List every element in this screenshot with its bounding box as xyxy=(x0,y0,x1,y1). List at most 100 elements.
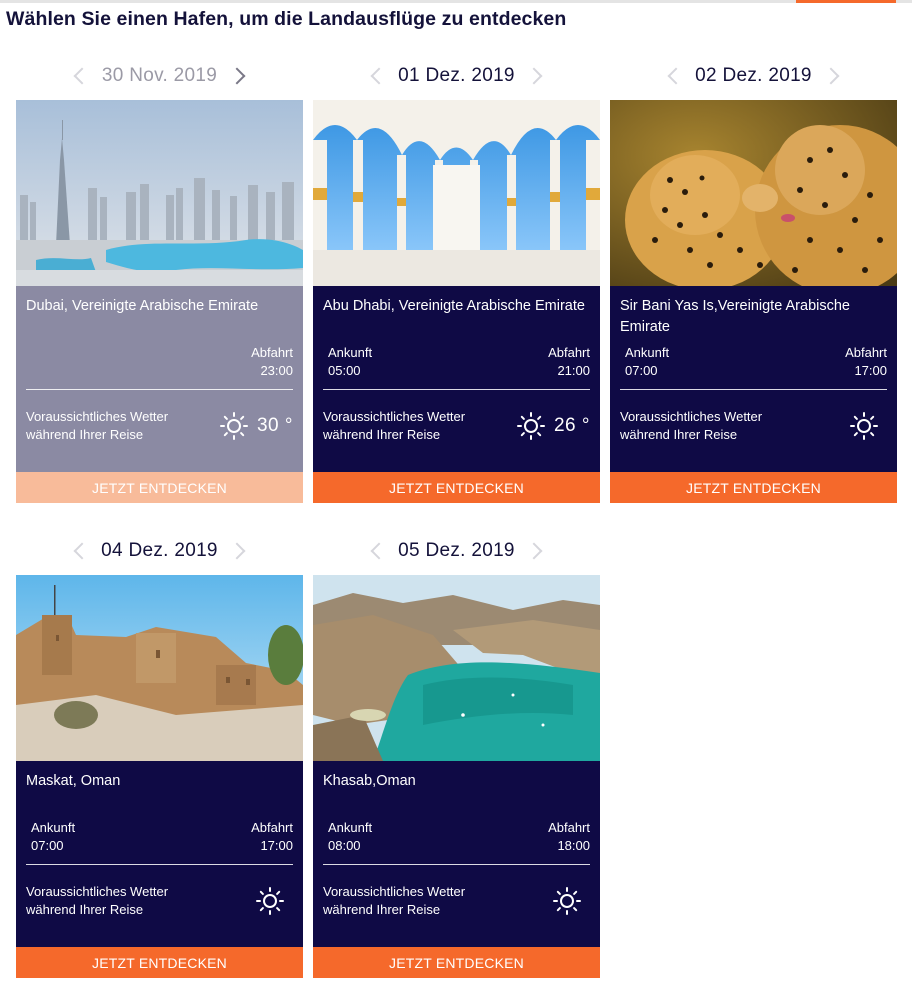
departure-label: Abfahrt xyxy=(251,820,293,835)
departure-block: Abfahrt 23:00 xyxy=(251,344,293,380)
arrival-time: 08:00 xyxy=(328,838,361,853)
sun-icon xyxy=(850,412,878,440)
arrival-time: 05:00 xyxy=(328,363,361,378)
port-photo xyxy=(313,575,600,761)
chevron-right-icon[interactable] xyxy=(525,67,543,85)
sun-icon xyxy=(516,412,545,440)
port-photo xyxy=(16,100,303,286)
port-column: 01 Dez. 2019 Abu Dhabi, Vereinigte Arabi… xyxy=(313,52,600,503)
chevron-right-icon[interactable] xyxy=(228,542,246,560)
weather-label: Voraussichtliches Wetter während Ihrer R… xyxy=(620,409,763,442)
departure-label: Abfahrt xyxy=(548,820,590,835)
weather-label: Voraussichtliches Wetter während Ihrer R… xyxy=(26,409,169,442)
arrival-label: Ankunft xyxy=(625,345,670,360)
weather-label: Voraussichtliches Wetter während Ihrer R… xyxy=(26,884,169,917)
page-title: Wählen Sie einen Hafen, um die Landausfl… xyxy=(6,8,567,30)
port-column: 02 Dez. 2019 Sir Bani Yas Is,Vereinigte … xyxy=(610,52,897,503)
port-card: Abu Dhabi, Vereinigte Arabische Emirate … xyxy=(313,100,600,503)
date-label: 01 Dez. 2019 xyxy=(398,65,515,86)
departure-label: Abfahrt xyxy=(845,345,887,360)
arrival-block: Ankunft 07:00 xyxy=(625,344,669,380)
sun-icon xyxy=(553,887,581,915)
date-label: 30 Nov. 2019 xyxy=(101,65,218,86)
port-column: 05 Dez. 2019 Khasab,Oman Ankunft 08:00 A… xyxy=(313,527,600,978)
arrival-label: Ankunft xyxy=(31,820,76,835)
departure-label: Abfahrt xyxy=(548,345,590,360)
top-border xyxy=(0,0,912,3)
port-column: 30 Nov. 2019 Dubai, Vereinigte Arabische… xyxy=(16,52,303,503)
discover-button[interactable]: JETZT ENTDECKEN xyxy=(610,472,897,503)
sun-icon xyxy=(256,887,284,915)
port-photo xyxy=(610,100,897,286)
departure-time: 21:00 xyxy=(557,363,590,378)
chevron-right-icon[interactable] xyxy=(822,67,840,85)
date-selector: 01 Dez. 2019 xyxy=(313,52,600,100)
port-name: Abu Dhabi, Vereinigte Arabische Emirate xyxy=(323,298,585,314)
arrival-time: 07:00 xyxy=(31,838,64,853)
date-selector: 05 Dez. 2019 xyxy=(313,527,600,575)
schedule: Ankunft 07:00 Abfahrt 17:00 xyxy=(26,819,293,859)
schedule: Abfahrt 23:00 xyxy=(26,344,293,384)
departure-time: 23:00 xyxy=(260,363,293,378)
date-selector: 02 Dez. 2019 xyxy=(610,52,897,100)
chevron-right-icon[interactable] xyxy=(525,542,543,560)
arrival-block: Ankunft 08:00 xyxy=(328,819,372,855)
departure-label: Abfahrt xyxy=(251,345,293,360)
departure-block: Abfahrt 18:00 xyxy=(548,819,590,855)
divider xyxy=(26,389,293,390)
divider xyxy=(323,389,590,390)
schedule: Ankunft 08:00 Abfahrt 18:00 xyxy=(323,819,590,859)
port-photo xyxy=(16,575,303,761)
weather-label: Voraussichtliches Wetter während Ihrer R… xyxy=(323,409,466,442)
arrival-label: Ankunft xyxy=(328,820,373,835)
date-label: 04 Dez. 2019 xyxy=(101,540,218,561)
arrival-block: Ankunft 07:00 xyxy=(31,819,75,855)
date-label: 02 Dez. 2019 xyxy=(695,65,812,86)
port-column: 04 Dez. 2019 Maskat, Oman Ankunft 07:00 … xyxy=(16,527,303,978)
weather-label: Voraussichtliches Wetter während Ihrer R… xyxy=(323,884,466,917)
weather-forecast: 26 ° xyxy=(516,410,590,442)
chevron-right-icon[interactable] xyxy=(228,67,246,85)
discover-button[interactable]: JETZT ENTDECKEN xyxy=(313,947,600,978)
divider xyxy=(620,389,887,390)
divider xyxy=(26,864,293,865)
chevron-left-icon[interactable] xyxy=(667,67,685,85)
weather-forecast xyxy=(849,410,887,442)
temperature: 26 ° xyxy=(553,415,590,436)
chevron-left-icon[interactable] xyxy=(370,542,388,560)
chevron-left-icon[interactable] xyxy=(73,67,91,85)
date-selector: 30 Nov. 2019 xyxy=(16,52,303,100)
port-card: Khasab,Oman Ankunft 08:00 Abfahrt 18:00 … xyxy=(313,575,600,978)
arrival-time: 07:00 xyxy=(625,363,658,378)
port-name: Dubai, Vereinigte Arabische Emirate xyxy=(26,298,259,314)
weather-forecast xyxy=(255,885,293,917)
port-name: Sir Bani Yas Is,Vereinigte Arabische Emi… xyxy=(620,298,850,335)
departure-time: 17:00 xyxy=(854,363,887,378)
weather-forecast xyxy=(552,885,590,917)
chevron-left-icon[interactable] xyxy=(370,67,388,85)
port-card: Dubai, Vereinigte Arabische Emirate Abfa… xyxy=(16,100,303,503)
sun-icon xyxy=(219,412,248,440)
departure-time: 17:00 xyxy=(260,838,293,853)
port-name: Khasab,Oman xyxy=(323,773,416,789)
divider xyxy=(323,864,590,865)
discover-button[interactable]: JETZT ENTDECKEN xyxy=(16,947,303,978)
arrival-label: Ankunft xyxy=(328,345,373,360)
departure-time: 18:00 xyxy=(557,838,590,853)
port-card: Sir Bani Yas Is,Vereinigte Arabische Emi… xyxy=(610,100,897,503)
departure-block: Abfahrt 17:00 xyxy=(845,344,887,380)
chevron-left-icon[interactable] xyxy=(73,542,91,560)
discover-button[interactable]: JETZT ENTDECKEN xyxy=(313,472,600,503)
date-selector: 04 Dez. 2019 xyxy=(16,527,303,575)
discover-button[interactable]: JETZT ENTDECKEN xyxy=(16,472,303,503)
departure-block: Abfahrt 21:00 xyxy=(548,344,590,380)
weather-forecast: 30 ° xyxy=(219,410,293,442)
schedule: Ankunft 05:00 Abfahrt 21:00 xyxy=(323,344,590,384)
departure-block: Abfahrt 17:00 xyxy=(251,819,293,855)
port-name: Maskat, Oman xyxy=(26,773,121,789)
port-card: Maskat, Oman Ankunft 07:00 Abfahrt 17:00… xyxy=(16,575,303,978)
date-label: 05 Dez. 2019 xyxy=(398,540,515,561)
active-tab-indicator xyxy=(796,0,896,3)
port-photo xyxy=(313,100,600,286)
temperature: 30 ° xyxy=(256,415,293,436)
